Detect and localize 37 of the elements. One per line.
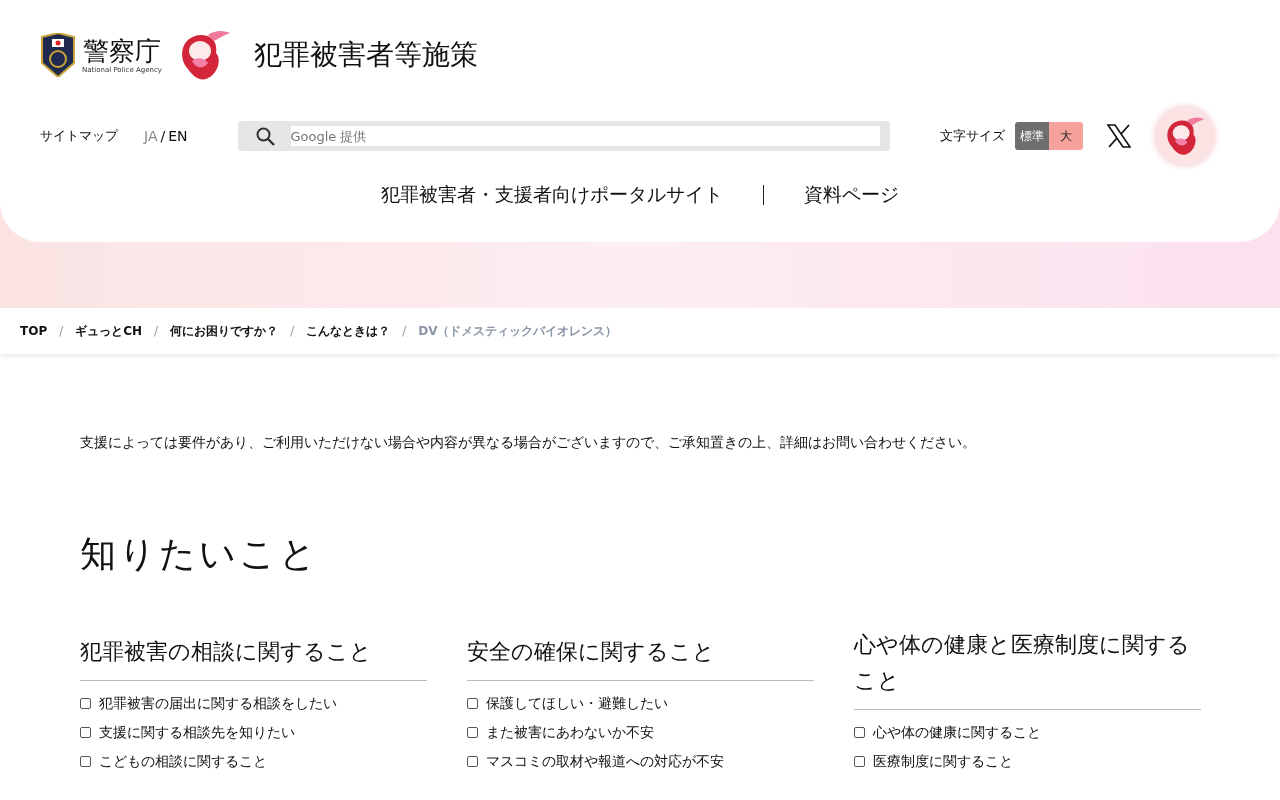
police-emblem-icon [40,33,76,77]
text-size-button[interactable]: 標準 [1014,122,1049,150]
section-heading: 知りたいこと [80,532,320,576]
topic-link[interactable]: 保護してほしい・避難したい [467,689,814,718]
category-heading: 犯罪被害の相談に関すること [80,634,427,681]
language-separator: / [160,128,166,144]
breadcrumb-link[interactable]: こんなときは？ [306,322,391,340]
topic-link[interactable]: こどもの相談に関すること [80,747,427,776]
breadcrumb-separator: / [59,324,64,338]
sitemap-link[interactable]: サイトマップ [40,127,118,145]
x-logo-icon[interactable] [1106,124,1131,148]
topic-link[interactable]: 心や体の健康に関すること [854,718,1201,747]
breadcrumb-separator: / [402,324,407,338]
breadcrumb-link[interactable]: ギュっとCH [75,322,143,340]
search-field[interactable]: Google 提供 [237,121,890,151]
language-link[interactable]: JA [144,128,158,144]
topic-link[interactable]: マスコミの取材や報道への対応が不安 [467,747,814,776]
topic-link[interactable]: 犯罪被害の届出に関する相談をしたい [80,689,427,718]
breadcrumb-separator: / [290,324,295,338]
language-link[interactable]: EN [168,128,188,144]
breadcrumb-link[interactable]: TOP [20,324,48,338]
text-size-label: 文字サイズ [939,127,1005,145]
search-icon [255,126,275,146]
category-heading: 安全の確保に関すること [467,634,814,681]
breadcrumb-link[interactable]: 何にお困りですか？ [170,322,279,340]
notice-text: 支援によっては要件があり、ご利用いただけない場合や内容が異なる場合がございますので、ご承知置きの上、詳細はお問い合わせください。 [80,434,977,452]
nav-link[interactable]: 資料ページ [764,182,939,208]
topic-link[interactable]: 支援に関する相談先を知りたい [80,718,427,747]
site-title: 犯罪被害者等施策 [253,37,478,73]
breadcrumb-separator: / [154,324,159,338]
agency-name: 警察庁 [82,36,161,66]
mascot-avatar-button[interactable] [1154,106,1215,166]
topic-link[interactable]: 医療制度に関すること [854,747,1201,776]
category-heading: 心や体の健康と医療制度に関すること [854,627,1201,710]
nav-link[interactable]: 犯罪被害者・支援者向けポータルサイト [341,182,763,208]
topic-link[interactable]: また被害にあわないか不安 [467,718,814,747]
text-size-button[interactable]: 大 [1048,122,1083,150]
